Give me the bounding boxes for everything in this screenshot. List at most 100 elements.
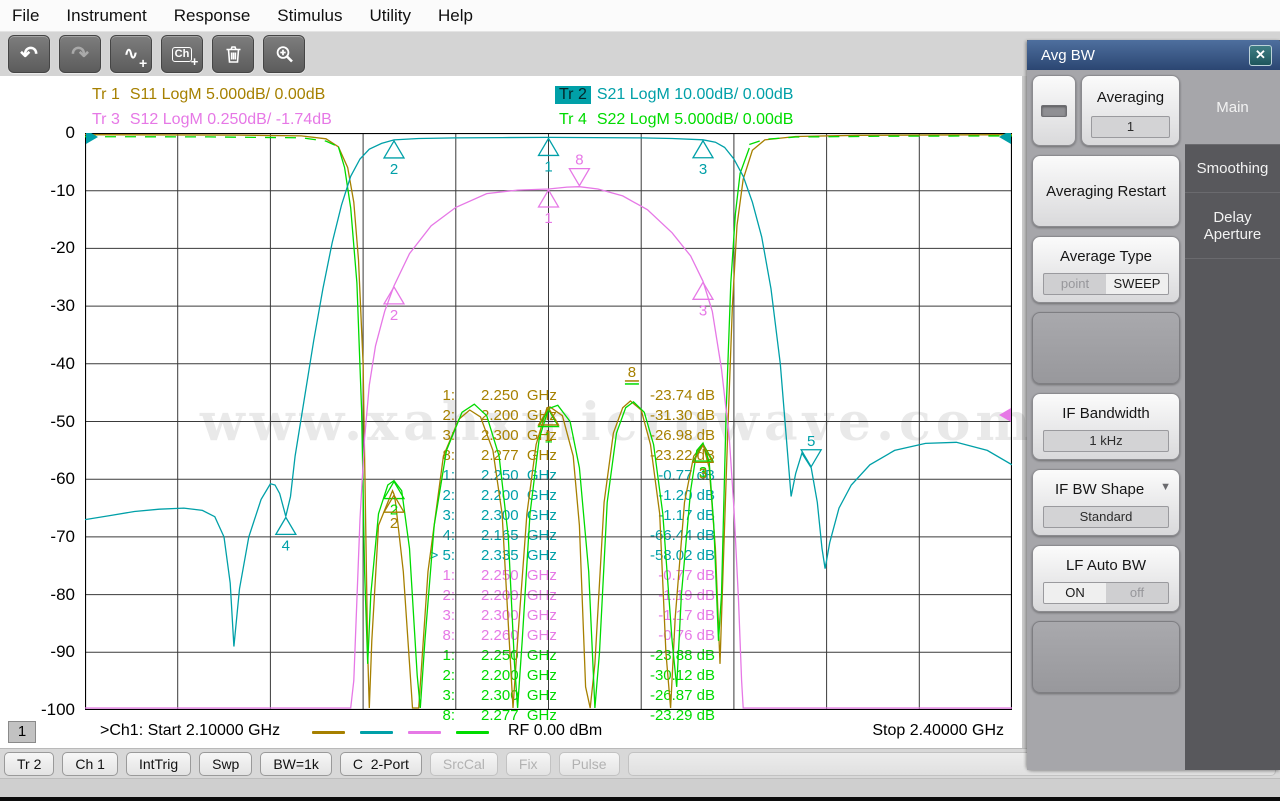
toggle-option-point[interactable]: point: [1044, 274, 1106, 294]
bottom-strip: [0, 778, 1280, 798]
trace-swatch: [360, 731, 393, 734]
menu-bar: File Instrument Response Stimulus Utility Hel…: [0, 0, 1280, 32]
trace-header-tr2[interactable]: Tr 2 S21 LogM 10.00dB/ 0.00dB: [555, 86, 793, 104]
status-button-c-2-port[interactable]: C 2-Port: [339, 751, 422, 776]
tab-main[interactable]: Main: [1185, 70, 1280, 144]
empty-panel: [1032, 621, 1180, 693]
menu-item-utility[interactable]: Utility: [369, 6, 411, 26]
marker-label: 1: [544, 158, 552, 175]
averaging-value: 1: [1091, 116, 1170, 138]
trace-chip: Tr 1: [92, 86, 120, 103]
sweep-start-label: >Ch1: Start 2.10000 GHz: [100, 722, 281, 739]
if-bandwidth-button[interactable]: IF Bandwidth 1 kHz: [1032, 393, 1180, 460]
menu-item-response[interactable]: Response: [174, 6, 251, 26]
menu-item-help[interactable]: Help: [438, 6, 473, 26]
add-channel-icon: Ch +: [171, 46, 198, 68]
ref-arrow-right-s12: [999, 408, 1011, 422]
marker-label: 2: [390, 307, 398, 324]
plot-canvas: 12 345123123812 38: [85, 133, 1012, 710]
avg-bw-panel: Avg BW ✕ Averaging 1 Averaging Restart Aver…: [1027, 40, 1280, 770]
channel-tab-1[interactable]: 1: [8, 721, 36, 743]
redo-button: ↷: [59, 35, 101, 73]
marker-label: 8: [575, 152, 583, 169]
menu-item-instrument[interactable]: Instrument: [66, 6, 146, 26]
add-trace-icon: ∿ +: [123, 44, 148, 71]
zoom-button[interactable]: [263, 35, 305, 73]
trace-chip: Tr 3: [92, 111, 120, 128]
sweep-stop-label: Stop 2.40000 GHz: [872, 722, 1004, 739]
status-button-fix: Fix: [505, 751, 551, 776]
control-value: 1 kHz: [1043, 430, 1169, 452]
average-type-button[interactable]: Average Type point SWEEP: [1032, 236, 1180, 303]
marker-triangle: [691, 281, 715, 300]
panel-title-bar[interactable]: Avg BW ✕: [1027, 40, 1280, 70]
averaging-enable-button[interactable]: [1032, 75, 1076, 146]
trace-s22: [85, 136, 339, 148]
y-axis-label: -80: [50, 584, 75, 604]
status-button-ch-1[interactable]: Ch 1: [62, 751, 118, 776]
marker-label: 1: [544, 210, 552, 227]
status-button-tr-2[interactable]: Tr 2: [4, 751, 55, 776]
averaging-led-indicator: [1041, 104, 1067, 117]
trace-header-tr4[interactable]: Tr 4 S22 LogM 5.000dB/ 0.00dB: [555, 111, 793, 129]
status-button-srccal: SrcCal: [429, 751, 498, 776]
trace-header-text: S12 LogM 0.250dB/ -1.74dB: [129, 111, 332, 128]
channel-status-row: 1 >Ch1: Start 2.10000 GHz RF 0.00 dBm St…: [0, 718, 1022, 748]
if-bw-shape-button[interactable]: IF BW Shape ▼ Standard: [1032, 469, 1180, 536]
chevron-down-icon: ▼: [1160, 481, 1171, 493]
toggle-option-on[interactable]: ON: [1044, 583, 1106, 603]
control-label: Average Type: [1059, 248, 1152, 265]
trace-chip: Tr 4: [559, 111, 587, 128]
averaging-restart-button[interactable]: Averaging Restart: [1032, 155, 1180, 227]
add-channel-button[interactable]: Ch +: [161, 35, 203, 73]
marker-triangle: [274, 516, 297, 536]
undo-icon: ↶: [20, 42, 38, 66]
y-axis-label: -100: [40, 700, 75, 719]
y-axis-label: 0: [65, 123, 75, 142]
tab-smoothing[interactable]: Smoothing: [1185, 144, 1280, 192]
toggle-switch[interactable]: point SWEEP: [1043, 273, 1169, 295]
trace-swatch: [408, 731, 441, 734]
menu-item-stimulus[interactable]: Stimulus: [277, 6, 342, 26]
trace-header-tr3[interactable]: Tr 3 S12 LogM 0.250dB/ -1.74dB: [88, 111, 332, 129]
marker-label: 2: [390, 515, 398, 532]
toggle-switch[interactable]: ON off: [1043, 582, 1169, 604]
marker-label: 3: [699, 161, 707, 178]
trace-chip: Tr 2: [555, 86, 591, 104]
status-button-swp[interactable]: Swp: [199, 751, 253, 776]
marker-triangle: [568, 168, 591, 187]
rf-power-label: RF 0.00 dBm: [508, 722, 603, 739]
y-axis-label: -30: [50, 296, 75, 316]
menu-item-file[interactable]: File: [12, 6, 39, 26]
averaging-row: Averaging 1: [1032, 75, 1180, 146]
trace-swatch: [312, 731, 345, 734]
delete-button[interactable]: [212, 35, 254, 73]
toggle-option-off[interactable]: off: [1106, 583, 1168, 603]
status-button-bw-1k[interactable]: BW=1k: [260, 751, 332, 776]
y-axis-label: -20: [50, 238, 75, 258]
undo-button[interactable]: ↶: [8, 35, 50, 73]
status-button-inttrig[interactable]: IntTrig: [125, 751, 192, 776]
marker-label: 4: [282, 537, 290, 554]
bottom-edge: [0, 797, 1280, 801]
redo-icon: ↷: [71, 42, 89, 66]
y-axis-label: -90: [50, 642, 75, 662]
averaging-button[interactable]: Averaging 1: [1081, 75, 1180, 146]
toggle-option-sweep[interactable]: SWEEP: [1106, 274, 1168, 294]
trace-header-text: S21 LogM 10.00dB/ 0.00dB: [596, 86, 794, 103]
marker-label-active: 8: [628, 364, 636, 381]
y-axis-label: -50: [50, 411, 75, 431]
lf-auto-bw-button[interactable]: LF Auto BW ON off: [1032, 545, 1180, 612]
zoom-icon: [274, 44, 295, 65]
add-trace-button[interactable]: ∿ +: [110, 35, 152, 73]
marker-triangle: [800, 449, 823, 469]
averaging-label: Averaging: [1096, 89, 1165, 106]
control-label: IF Bandwidth: [1062, 405, 1150, 422]
trace-header-tr1[interactable]: Tr 1 S11 LogM 5.000dB/ 0.00dB: [88, 86, 325, 104]
control-label: IF BW Shape ▼: [1054, 481, 1171, 498]
close-icon[interactable]: ✕: [1249, 44, 1272, 66]
tab-delay-aperture[interactable]: Delay Aperture: [1185, 192, 1280, 258]
marker-triangle: [382, 285, 406, 305]
y-axis-label: -40: [50, 353, 75, 373]
y-axis-label: -10: [50, 180, 75, 200]
